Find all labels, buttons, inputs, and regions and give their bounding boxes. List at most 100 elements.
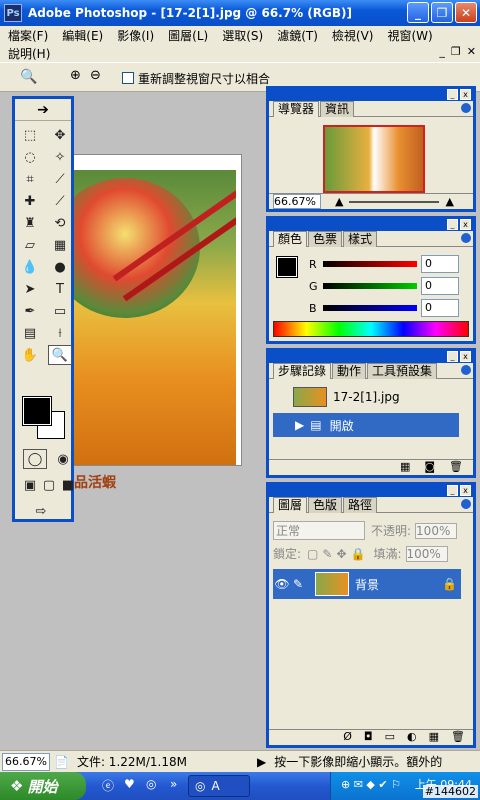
panel-close-icon[interactable]: x [460, 485, 471, 496]
standard-mode-icon[interactable]: ◯ [23, 449, 47, 469]
pen-tool-icon[interactable]: ✒ [18, 301, 42, 321]
red-value[interactable]: 0 [421, 255, 459, 273]
panel-minimize-icon[interactable]: _ [447, 219, 458, 230]
hand-tool-icon[interactable]: ✋ [18, 345, 42, 365]
lock-image-icon[interactable]: ✎ [322, 547, 332, 561]
restore-button[interactable]: ❐ [431, 2, 453, 23]
gradient-tool-icon[interactable]: ▦ [48, 235, 72, 255]
type-tool-icon[interactable]: T [48, 279, 72, 299]
panel-menu-icon[interactable] [461, 233, 471, 243]
new-document-from-state-icon[interactable]: ▦ [400, 460, 410, 475]
slice-tool-icon[interactable]: ⟋ [48, 169, 72, 189]
opacity-field[interactable]: 100% [415, 522, 458, 539]
panel-close-icon[interactable]: x [460, 89, 471, 100]
title-bar[interactable]: Ps Adobe Photoshop - [17-2[1].jpg @ 66.7… [0, 0, 480, 26]
tab-layers-2[interactable]: 路徑 [343, 497, 378, 513]
tab-history-0[interactable]: 步驟記錄 [273, 363, 332, 379]
blend-mode-select[interactable]: 正常 [273, 521, 365, 540]
navigator-zoom[interactable]: 66.67% [273, 194, 321, 209]
quickmask-mode-icon[interactable]: ◉ [51, 449, 75, 469]
lock-position-icon[interactable]: ✥ [336, 547, 346, 561]
zoom-tool-active-icon[interactable]: 🔍 [48, 345, 72, 365]
screen-mode-standard-icon[interactable]: ▣ [21, 475, 39, 495]
menu-row1-1[interactable]: 編輯(E) [62, 27, 103, 44]
clone-stamp-icon[interactable]: ♜ [18, 213, 42, 233]
crop-tool-icon[interactable]: ⌗ [18, 169, 42, 189]
history-brush-icon[interactable]: ⟲ [48, 213, 72, 233]
nav-zoom-slider[interactable] [349, 200, 440, 203]
blue-slider[interactable] [323, 305, 417, 311]
new-snapshot-icon[interactable]: ◙ [424, 460, 435, 475]
shape-tool-icon[interactable]: ▭ [48, 301, 72, 321]
quicklaunch-2-icon[interactable]: ♥ [124, 777, 135, 791]
lock-transparency-icon[interactable]: ▢ [307, 547, 318, 561]
status-doc-icon[interactable]: 📄 [54, 755, 69, 769]
tab-color-2[interactable]: 樣式 [343, 231, 378, 247]
tab-layers-1[interactable]: 色版 [308, 497, 343, 513]
tab-history-1[interactable]: 動作 [332, 363, 367, 379]
green-value[interactable]: 0 [421, 277, 459, 295]
status-zoom-field[interactable]: 66.67% [2, 752, 50, 771]
tab-layers-0[interactable]: 圖層 [273, 497, 308, 513]
menu-row1-5[interactable]: 濾鏡(T) [277, 27, 318, 44]
layer-set-icon[interactable]: ▭ [385, 730, 395, 745]
magic-wand-icon[interactable]: ✧ [48, 147, 72, 167]
menu-row1-7[interactable]: 視窗(W) [387, 27, 432, 44]
foreground-color-swatch[interactable] [22, 396, 52, 426]
toolbox-header[interactable]: ➔ [15, 99, 71, 121]
adjustment-layer-icon[interactable]: ◐ [407, 730, 417, 745]
nav-zoom-out-icon[interactable]: ▲ [335, 195, 343, 208]
screen-mode-full-icon[interactable]: ■ [59, 475, 77, 495]
zoom-in-icon[interactable]: ⊕ [70, 68, 81, 83]
status-arrow-icon[interactable]: ▶ [257, 755, 266, 769]
tab-navigator-0[interactable]: 導覽器 [273, 101, 320, 117]
quicklaunch-3-icon[interactable]: ◎ [146, 777, 156, 791]
eraser-tool-icon[interactable]: ▱ [18, 235, 42, 255]
panel-menu-icon[interactable] [461, 499, 471, 509]
fill-field[interactable]: 100% [405, 545, 448, 562]
layer-style-icon[interactable]: Ø [343, 730, 352, 745]
panel-menu-icon[interactable] [461, 365, 471, 375]
red-slider[interactable] [323, 261, 417, 267]
healing-brush-icon[interactable]: ✚ [18, 191, 42, 211]
minimize-button[interactable]: _ [407, 2, 429, 23]
move-tool-icon[interactable]: ✥ [48, 125, 72, 145]
menu-row1-3[interactable]: 圖層(L) [168, 27, 208, 44]
doc-restore-icon[interactable]: ❐ [451, 45, 461, 58]
path-select-icon[interactable]: ➤ [18, 279, 42, 299]
new-layer-icon[interactable]: ▦ [429, 730, 439, 745]
notes-tool-icon[interactable]: ▤ [18, 323, 42, 343]
tab-color-1[interactable]: 色票 [308, 231, 343, 247]
history-brush-source-icon[interactable]: ▶ [295, 418, 304, 432]
panel-menu-icon[interactable] [461, 103, 471, 113]
doc-minimize-icon[interactable]: _ [439, 45, 445, 58]
eyedropper-icon[interactable]: ⟊ [48, 323, 72, 343]
nav-zoom-in-icon[interactable]: ▲ [445, 195, 453, 208]
tab-navigator-1[interactable]: 資訊 [320, 101, 355, 117]
blue-value[interactable]: 0 [421, 299, 459, 317]
menu-row2-0[interactable]: 說明(H) [8, 45, 50, 62]
menu-row1-2[interactable]: 影像(I) [117, 27, 154, 44]
menu-row1-0[interactable]: 檔案(F) [8, 27, 48, 44]
lock-all-icon[interactable]: 🔒 [351, 547, 366, 561]
green-slider[interactable] [323, 283, 417, 289]
blur-tool-icon[interactable]: 💧 [18, 257, 42, 277]
ie-quicklaunch-icon[interactable]: ⓔ [102, 777, 114, 794]
doc-close-icon[interactable]: ✕ [467, 45, 476, 58]
layer-background[interactable]: 👁 ✎ 背景 🔒 [273, 569, 461, 599]
history-step-open[interactable]: ▶ ▤ 開啟 [273, 413, 459, 437]
dodge-tool-icon[interactable]: ● [48, 257, 72, 277]
color-spectrum[interactable] [273, 321, 469, 337]
lasso-tool-icon[interactable]: ◌ [18, 147, 42, 167]
tray-icons[interactable]: ⊕ ✉ ◆ ✔ ⚐ [341, 778, 401, 791]
menu-row1-6[interactable]: 檢視(V) [332, 27, 374, 44]
screen-mode-full-menu-icon[interactable]: ▢ [40, 475, 58, 495]
panel-minimize-icon[interactable]: _ [447, 89, 458, 100]
color-fg-swatch[interactable] [276, 256, 298, 278]
task-photoshop[interactable]: ◎ A [188, 775, 250, 797]
brush-tool-icon[interactable]: ⟋ [48, 191, 72, 211]
history-snapshot[interactable]: 17-2[1].jpg [273, 385, 400, 409]
tab-history-2[interactable]: 工具預設集 [367, 363, 438, 379]
panel-close-icon[interactable]: x [460, 351, 471, 362]
jump-to-imageready-icon[interactable]: ⇨ [29, 501, 53, 521]
